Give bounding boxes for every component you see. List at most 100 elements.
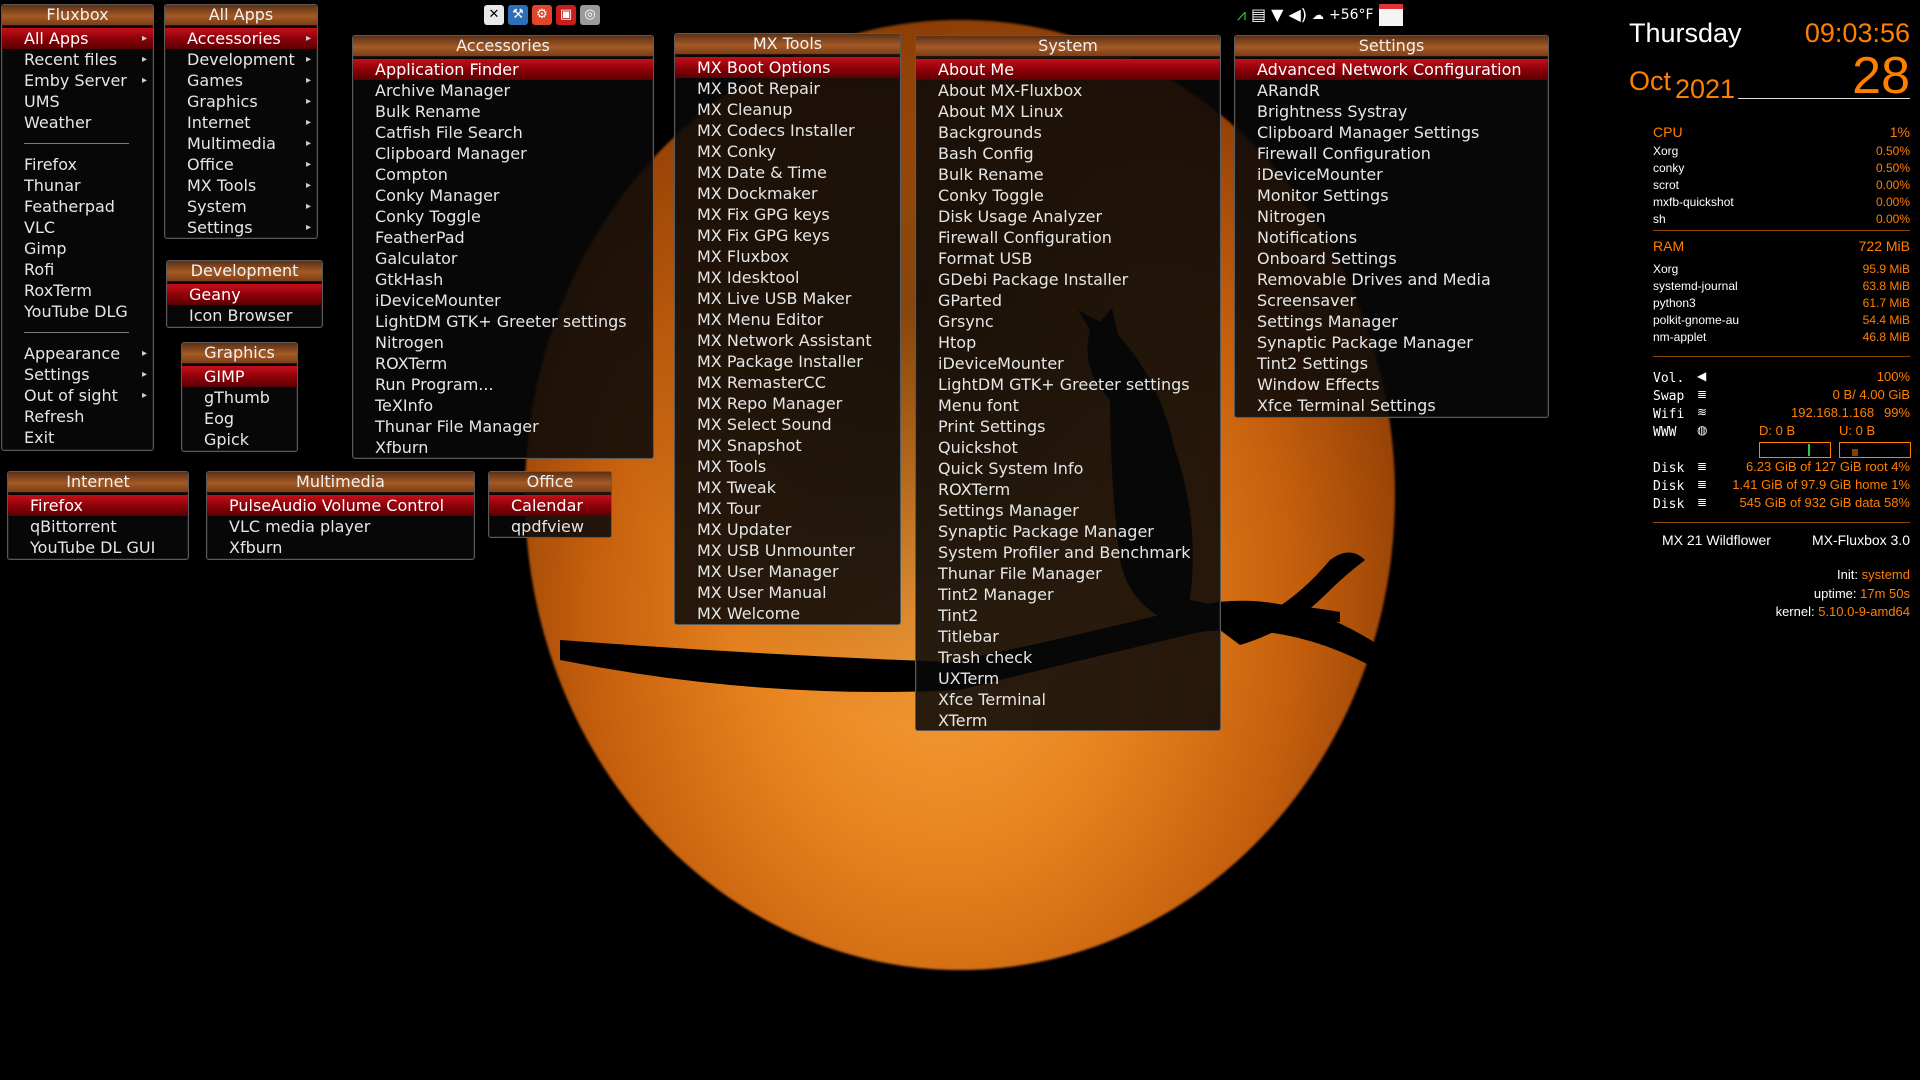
menu-item-firefox[interactable]: Firefox — [2, 154, 153, 175]
menu-item-mx-usb-unmounter[interactable]: MX USB Unmounter — [675, 540, 900, 561]
menu-item-xfburn[interactable]: Xfburn — [353, 437, 653, 458]
menu-item-bash-config[interactable]: Bash Config — [916, 143, 1220, 164]
menu-item-system[interactable]: System ▸ — [165, 196, 317, 217]
menu-item-qpdfview[interactable]: qpdfview — [489, 516, 611, 537]
menu-item-print-settings[interactable]: Print Settings — [916, 416, 1220, 437]
menu-item-idevicemounter[interactable]: iDeviceMounter — [353, 290, 653, 311]
menu-item-bulk-rename[interactable]: Bulk Rename — [916, 164, 1220, 185]
menu-item-gtkhash[interactable]: GtkHash — [353, 269, 653, 290]
calendar-icon[interactable] — [1378, 4, 1403, 26]
menu-item-gthumb[interactable]: gThumb — [182, 387, 297, 408]
menu-item-mx-codecs-installer[interactable]: MX Codecs Installer — [675, 120, 900, 141]
menu-item-mx-tools[interactable]: MX Tools ▸ — [165, 175, 317, 196]
menu-item-gdebi-package-installer[interactable]: GDebi Package Installer — [916, 269, 1220, 290]
menu-item-settings-manager[interactable]: Settings Manager — [916, 500, 1220, 521]
menu-item-mx-select-sound[interactable]: MX Select Sound — [675, 414, 900, 435]
menu-item-xfburn[interactable]: Xfburn — [207, 537, 474, 558]
menu-item-eog[interactable]: Eog — [182, 408, 297, 429]
menu-item-development[interactable]: Development ▸ — [165, 49, 317, 70]
menu-item-mx-updater[interactable]: MX Updater — [675, 519, 900, 540]
menu-item-mx-welcome[interactable]: MX Welcome — [675, 603, 900, 624]
menu-item-synaptic-package-manager[interactable]: Synaptic Package Manager — [1235, 332, 1548, 353]
menu-item-roxterm[interactable]: ROXTerm — [353, 353, 653, 374]
menu-item-format-usb[interactable]: Format USB — [916, 248, 1220, 269]
menu-item-mx-fix-gpg-keys[interactable]: MX Fix GPG keys — [675, 225, 900, 246]
menu-item-conky-manager[interactable]: Conky Manager — [353, 185, 653, 206]
menu-item-conky-toggle[interactable]: Conky Toggle — [353, 206, 653, 227]
terminal-icon[interactable]: ✕ — [484, 5, 504, 25]
menu-item-about-me[interactable]: About Me — [916, 59, 1220, 80]
temperature-readout[interactable]: +56°F — [1329, 7, 1374, 23]
menu-item-mx-cleanup[interactable]: MX Cleanup — [675, 99, 900, 120]
menu-item-mx-date-time[interactable]: MX Date & Time — [675, 162, 900, 183]
menu-item-multimedia[interactable]: Multimedia ▸ — [165, 133, 317, 154]
menu-item-geany[interactable]: Geany — [167, 284, 322, 305]
menu-item-disk-usage-analyzer[interactable]: Disk Usage Analyzer — [916, 206, 1220, 227]
menu-item-system-profiler-and-benchmark[interactable]: System Profiler and Benchmark — [916, 542, 1220, 563]
menu-item-tint2-manager[interactable]: Tint2 Manager — [916, 584, 1220, 605]
menu-item-graphics[interactable]: Graphics ▸ — [165, 91, 317, 112]
menu-item-window-effects[interactable]: Window Effects — [1235, 374, 1548, 395]
menu-item-run-program[interactable]: Run Program... — [353, 374, 653, 395]
menu-item-mx-tour[interactable]: MX Tour — [675, 498, 900, 519]
clipboard-icon[interactable]: ▤ — [1251, 4, 1266, 26]
menu-item-galculator[interactable]: Galculator — [353, 248, 653, 269]
menu-item-xterm[interactable]: XTerm — [916, 710, 1220, 730]
menu-item-vlc[interactable]: VLC — [2, 217, 153, 238]
menu-item-internet[interactable]: Internet ▸ — [165, 112, 317, 133]
tools-icon[interactable]: ⚒ — [508, 5, 528, 25]
menu-item-thunar-file-manager[interactable]: Thunar File Manager — [916, 563, 1220, 584]
menu-item-mx-boot-repair[interactable]: MX Boot Repair — [675, 78, 900, 99]
menu-item-mx-package-installer[interactable]: MX Package Installer — [675, 351, 900, 372]
menu-item-settings-manager[interactable]: Settings Manager — [1235, 311, 1548, 332]
menu-item-nitrogen[interactable]: Nitrogen — [1235, 206, 1548, 227]
menu-item-firewall-configuration[interactable]: Firewall Configuration — [916, 227, 1220, 248]
menu-item-conky-toggle[interactable]: Conky Toggle — [916, 185, 1220, 206]
menu-item-mx-user-manager[interactable]: MX User Manager — [675, 561, 900, 582]
menu-item-rofi[interactable]: Rofi — [2, 259, 153, 280]
menu-item-application-finder[interactable]: Application Finder — [353, 59, 653, 80]
menu-item-refresh[interactable]: Refresh — [2, 406, 153, 427]
menu-item-compton[interactable]: Compton — [353, 164, 653, 185]
menu-item-screensaver[interactable]: Screensaver — [1235, 290, 1548, 311]
menu-item-youtube-dlg[interactable]: YouTube DLG — [2, 301, 153, 322]
menu-item-clipboard-manager[interactable]: Clipboard Manager — [353, 143, 653, 164]
menu-item-trash-check[interactable]: Trash check — [916, 647, 1220, 668]
menu-item-grsync[interactable]: Grsync — [916, 311, 1220, 332]
menu-item-roxterm[interactable]: RoxTerm — [2, 280, 153, 301]
menu-item-settings[interactable]: Settings ▸ — [2, 364, 153, 385]
menu-item-notifications[interactable]: Notifications — [1235, 227, 1548, 248]
menu-item-accessories[interactable]: Accessories ▸ — [165, 28, 317, 49]
menu-item-mx-menu-editor[interactable]: MX Menu Editor — [675, 309, 900, 330]
menu-item-clipboard-manager-settings[interactable]: Clipboard Manager Settings — [1235, 122, 1548, 143]
menu-item-gparted[interactable]: GParted — [916, 290, 1220, 311]
menu-item-ums[interactable]: UMS — [2, 91, 153, 112]
menu-item-gpick[interactable]: Gpick — [182, 429, 297, 450]
settings-icon[interactable]: ⚙ — [532, 5, 552, 25]
menu-item-vlc-media-player[interactable]: VLC media player — [207, 516, 474, 537]
menu-item-about-mx-fluxbox[interactable]: About MX-Fluxbox — [916, 80, 1220, 101]
menu-item-monitor-settings[interactable]: Monitor Settings — [1235, 185, 1548, 206]
menu-item-exit[interactable]: Exit — [2, 427, 153, 448]
menu-item-weather[interactable]: Weather — [2, 112, 153, 133]
menu-item-appearance[interactable]: Appearance ▸ — [2, 343, 153, 364]
menu-item-emby-server[interactable]: Emby Server ▸ — [2, 70, 153, 91]
menu-item-synaptic-package-manager[interactable]: Synaptic Package Manager — [916, 521, 1220, 542]
menu-item-uxterm[interactable]: UXTerm — [916, 668, 1220, 689]
menu-item-nitrogen[interactable]: Nitrogen — [353, 332, 653, 353]
volume-icon[interactable]: ◀) — [1288, 4, 1307, 26]
menu-item-xfce-terminal-settings[interactable]: Xfce Terminal Settings — [1235, 395, 1548, 416]
menu-item-catfish-file-search[interactable]: Catfish File Search — [353, 122, 653, 143]
menu-item-featherpad[interactable]: Featherpad — [2, 196, 153, 217]
menu-item-texinfo[interactable]: TeXInfo — [353, 395, 653, 416]
menu-item-lightdm-gtk-greeter-settings[interactable]: LightDM GTK+ Greeter settings — [353, 311, 653, 332]
menu-item-office[interactable]: Office ▸ — [165, 154, 317, 175]
menu-item-backgrounds[interactable]: Backgrounds — [916, 122, 1220, 143]
menu-item-mx-live-usb-maker[interactable]: MX Live USB Maker — [675, 288, 900, 309]
menu-item-bulk-rename[interactable]: Bulk Rename — [353, 101, 653, 122]
menu-item-mx-fluxbox[interactable]: MX Fluxbox — [675, 246, 900, 267]
menu-item-advanced-network-configuration[interactable]: Advanced Network Configuration — [1235, 59, 1548, 80]
menu-item-mx-network-assistant[interactable]: MX Network Assistant — [675, 330, 900, 351]
menu-item-idevicemounter[interactable]: iDeviceMounter — [916, 353, 1220, 374]
menu-item-mx-conky[interactable]: MX Conky — [675, 141, 900, 162]
